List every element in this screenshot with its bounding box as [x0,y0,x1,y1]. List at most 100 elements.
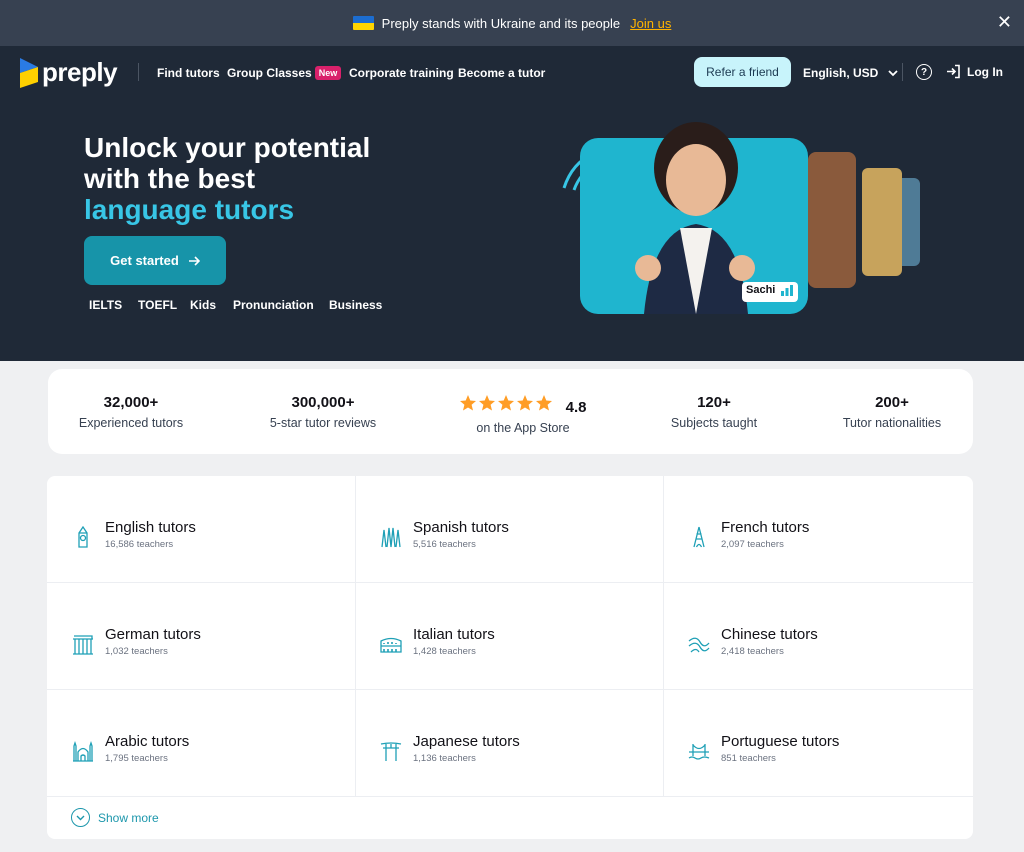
nav-divider-right [902,63,903,81]
stat-subjects: 120+ Subjects taught [634,394,794,430]
rating-stars [459,394,555,412]
grid-divider [355,476,356,796]
get-started-button[interactable]: Get started [84,236,226,285]
language-label: English, USD [803,66,879,80]
refer-friend-button[interactable]: Refer a friend [694,57,791,87]
signal-bars-icon [781,285,793,296]
show-more-label: Show more [98,810,159,825]
stat-label: Tutor nationalities [842,416,942,430]
category-title: Spanish tutors [413,519,509,536]
rating-value: 4.8 [565,399,587,416]
logo-text: preply [42,57,118,87]
sagrada-familia-icon [381,527,401,548]
tutor-name-label: Sachi [746,284,776,296]
grid-divider [47,582,973,583]
category-portuguese[interactable]: Portuguese tutors 851 teachers [688,733,839,764]
category-arabic[interactable]: Arabic tutors 1,795 teachers [72,733,189,764]
star-icons [460,395,553,411]
grid-divider [47,796,973,797]
category-title: Italian tutors [413,626,495,643]
category-title: German tutors [105,626,201,643]
category-title: Chinese tutors [721,626,818,643]
preply-logo-icon [20,57,38,88]
category-count: 1,032 teachers [105,646,168,657]
category-italian[interactable]: Italian tutors 1,428 teachers [380,626,495,657]
stat-value: 120+ [697,394,731,411]
hero-tutors-illustration [562,122,920,314]
colosseum-icon [380,637,402,653]
chevron-down-circle-icon [71,808,90,827]
close-banner-button[interactable]: ✕ [997,13,1012,31]
stat-app-store: 4.8 on the App Store [443,394,603,435]
brandenburg-gate-icon [73,635,93,655]
tag-kids[interactable]: Kids [190,298,216,312]
category-french[interactable]: French tutors 2,097 teachers [688,519,809,550]
nav-group-classes-label: Group Classes [227,66,312,80]
show-more-button[interactable]: Show more [71,808,159,827]
banner-text: Preply stands with Ukraine and its peopl… [381,15,621,31]
nav-group-classes[interactable]: Group Classes New [227,66,342,80]
stat-value: 200+ [875,394,909,411]
grid-divider [47,689,973,690]
torii-gate-icon [380,742,402,761]
category-english[interactable]: English tutors 16,586 teachers [72,519,196,550]
category-count: 2,097 teachers [721,539,784,550]
category-count: 16,586 teachers [105,539,174,550]
eiffel-tower-icon [693,526,705,548]
category-german[interactable]: German tutors 1,032 teachers [72,626,201,657]
category-count: 5,516 teachers [413,539,476,550]
nav-corporate-training[interactable]: Corporate training [349,66,454,80]
great-wall-icon [688,637,710,653]
preply-logo[interactable]: preply [20,57,118,88]
login-button[interactable]: Log In [946,64,1003,79]
stat-rating: 4.8 [443,394,603,416]
arrow-right-icon [188,255,200,266]
category-japanese[interactable]: Japanese tutors 1,136 teachers [380,733,520,764]
chevron-down-icon [888,70,898,77]
stat-reviews: 300,000+ 5-star tutor reviews [243,394,403,430]
tag-ielts[interactable]: IELTS [89,298,122,312]
stat-label: Subjects taught [670,416,758,430]
category-title: French tutors [721,519,810,536]
category-title: Japanese tutors [413,733,520,750]
category-spanish[interactable]: Spanish tutors 5,516 teachers [380,519,509,550]
ukraine-flag-icon [352,16,374,30]
grid-divider [663,476,664,796]
category-count: 1,136 teachers [413,753,476,764]
mosque-icon [73,740,93,762]
nav-become-tutor[interactable]: Become a tutor [458,66,545,80]
nav-find-tutors[interactable]: Find tutors [157,66,220,80]
stat-tutors: 32,000+ Experienced tutors [51,394,211,430]
tag-toefl[interactable]: TOEFL [138,298,177,312]
stat-value: 32,000+ [103,394,159,411]
help-icon[interactable]: ? [916,64,932,80]
stat-label: 5-star tutor reviews [269,416,377,430]
nav-divider [138,63,139,81]
stat-label: Experienced tutors [78,416,184,430]
big-ben-icon [78,526,88,548]
hero-heading: Unlock your potential with the best lang… [84,132,504,225]
hero-heading-accent: language tutors [84,194,295,225]
login-label: Log In [967,64,1003,79]
stat-label: on the App Store [476,421,570,435]
category-title: Arabic tutors [105,733,190,750]
new-badge: New [314,66,342,80]
stat-nationalities: 200+ Tutor nationalities [812,394,972,430]
category-title: Portuguese tutors [721,733,840,750]
language-currency-selector[interactable]: English, USD [803,66,898,80]
join-us-link[interactable]: Join us [630,16,671,31]
hero-heading-line1: Unlock your potential [84,132,371,163]
bridge-icon [688,744,710,760]
category-count: 851 teachers [721,753,776,764]
category-count: 1,795 teachers [105,753,168,764]
ukraine-banner: Preply stands with Ukraine and its peopl… [0,0,1024,46]
stat-value: 300,000+ [291,394,355,411]
login-icon [947,64,960,79]
hero-heading-line2: with the best [84,163,256,194]
tag-pronunciation[interactable]: Pronunciation [233,298,314,312]
category-chinese[interactable]: Chinese tutors 2,418 teachers [688,626,818,657]
category-title: English tutors [105,519,196,536]
category-count: 1,428 teachers [413,646,476,657]
tag-business[interactable]: Business [329,298,382,312]
get-started-label: Get started [110,253,179,268]
